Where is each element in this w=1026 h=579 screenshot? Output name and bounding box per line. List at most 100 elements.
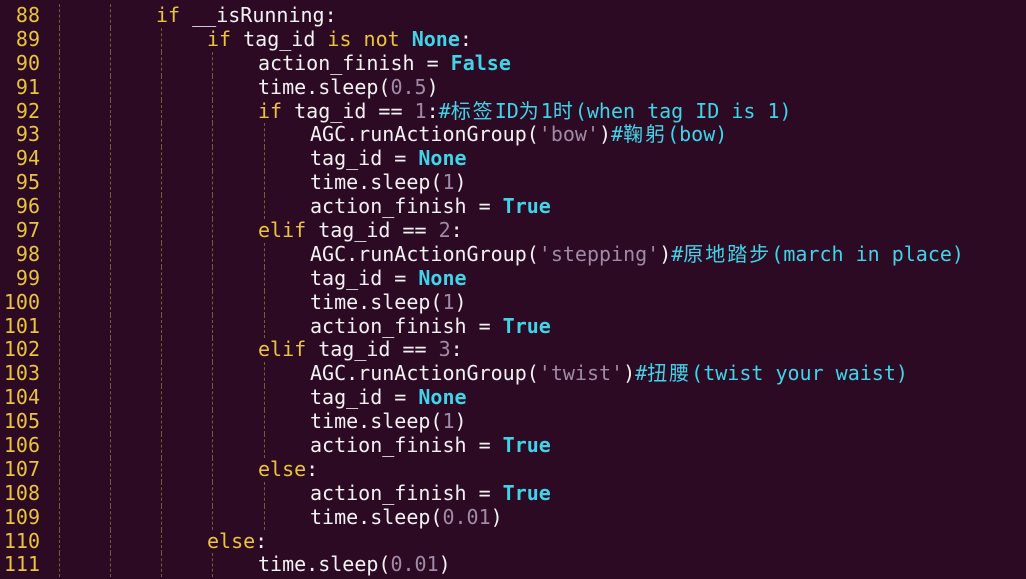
code-line[interactable]: 97 elif tag_id == 2:: [0, 218, 1026, 243]
code-editor[interactable]: 88 if __isRunning: 89 if tag_id is not None…: [0, 3, 1026, 578]
indent-guide: [212, 290, 213, 315]
code-token: :: [426, 98, 439, 123]
line-number: 111: [3, 552, 40, 577]
code-text: elif tag_id == 2:: [258, 218, 463, 243]
indent-guide: [59, 266, 60, 291]
indent-guide: [110, 529, 111, 554]
line-number: 107: [3, 456, 40, 481]
indent-guide: [59, 410, 60, 435]
number-token: 1: [442, 409, 455, 434]
code-text: action_finish = False: [258, 51, 511, 76]
code-text: time.sleep(0.01): [310, 504, 503, 530]
code-line[interactable]: 105 time.sleep(1): [0, 409, 1026, 435]
indent-guide: [59, 4, 60, 28]
keyword-token: else: [258, 456, 307, 481]
indent-guide: [110, 362, 111, 387]
indent-guide: [264, 123, 265, 148]
indent-guide: [212, 147, 213, 172]
indent-guide: [110, 242, 111, 267]
code-text: time.sleep(0.5): [258, 74, 439, 100]
indent-guide: [59, 51, 60, 76]
code-text: tag_id = None: [310, 146, 467, 171]
indent-guide: [161, 75, 162, 100]
code-token: tag_id =: [310, 265, 419, 290]
code-line[interactable]: 110 else:: [0, 529, 1026, 554]
code-line[interactable]: 103 AGC.runActionGroup('twist')#扭腰(twist …: [0, 361, 1026, 387]
number-token: 2: [438, 218, 451, 243]
code-line[interactable]: 98 AGC.runActionGroup('stepping')#原地踏步(ma…: [0, 241, 1026, 267]
code-token: action_finish =: [310, 313, 503, 338]
string-token: 'stepping': [538, 241, 660, 266]
indent-guide: [264, 386, 265, 411]
indent-guide: [161, 481, 162, 506]
indent-guide: [264, 147, 265, 172]
line-number: 108: [3, 480, 40, 505]
code-line[interactable]: 94 tag_id = None: [0, 146, 1026, 172]
code-token: __isRunning:: [180, 3, 337, 27]
line-number: 104: [3, 385, 40, 410]
indent-guide: [161, 410, 162, 435]
code-line[interactable]: 106 action_finish = True: [0, 433, 1026, 458]
number-token: 0.01: [442, 504, 491, 529]
code-token: ): [426, 74, 439, 99]
code-token: ): [438, 552, 451, 577]
indent-guide: [59, 386, 60, 411]
indent-guide: [59, 314, 60, 339]
code-line[interactable]: 102 elif tag_id == 3:: [0, 337, 1026, 363]
constant-token: None: [418, 385, 467, 410]
code-line[interactable]: 88 if __isRunning:: [0, 3, 1026, 28]
code-line[interactable]: 95 time.sleep(1): [0, 170, 1026, 196]
code-line[interactable]: 92 if tag_id == 1:#标签ID为1时(when tag ID is…: [0, 98, 1026, 124]
code-line[interactable]: 89 if tag_id is not None:: [0, 26, 1026, 52]
code-line[interactable]: 91 time.sleep(0.5): [0, 74, 1026, 100]
code-token: action_finish =: [310, 433, 503, 458]
indent-guide: [212, 266, 213, 291]
keyword-token: if: [207, 26, 232, 51]
indent-guide: [212, 505, 213, 530]
code-text: else:: [207, 529, 267, 554]
indent-guide: [161, 338, 162, 363]
code-line[interactable]: 107 else:: [0, 456, 1026, 482]
indent-guide: [161, 147, 162, 172]
line-number: 90: [15, 50, 40, 75]
code-token: ): [454, 289, 467, 314]
indent-guide: [59, 457, 60, 482]
indent-guide: [264, 362, 265, 387]
code-text: time.sleep(1): [310, 289, 467, 315]
code-text: time.sleep(1): [310, 170, 467, 195]
code-token: time.sleep(: [310, 409, 443, 434]
indent-guide: [212, 123, 213, 148]
code-line[interactable]: 109 time.sleep(0.01): [0, 504, 1026, 530]
indent-guide: [110, 457, 111, 482]
code-line[interactable]: 108 action_finish = True: [0, 480, 1026, 506]
indent-guide: [59, 195, 60, 220]
code-line[interactable]: 93 AGC.runActionGroup('bow')#鞠躬(bow): [0, 123, 1026, 148]
code-token: time.sleep(: [310, 289, 443, 314]
code-token: ): [490, 504, 503, 529]
indent-guide: [161, 314, 162, 339]
indent-guide: [110, 314, 111, 339]
code-line[interactable]: 99 tag_id = None: [0, 265, 1026, 291]
code-token: action_finish =: [310, 480, 503, 505]
code-line[interactable]: 104 tag_id = None: [0, 385, 1026, 411]
code-line[interactable]: 96 action_finish = True: [0, 194, 1026, 220]
number-token: 3: [438, 337, 451, 362]
indent-guide: [59, 75, 60, 100]
indent-guide: [59, 434, 60, 458]
code-line[interactable]: 111 time.sleep(0.01): [0, 552, 1026, 578]
line-number: 89: [15, 26, 40, 51]
indent-guide: [110, 505, 111, 530]
indent-guide: [212, 553, 213, 578]
code-token: ): [623, 361, 636, 386]
code-token: time.sleep(: [258, 552, 391, 577]
code-token: ): [454, 170, 467, 195]
code-line[interactable]: 100 time.sleep(1): [0, 289, 1026, 315]
code-line[interactable]: 90 action_finish = False: [0, 50, 1026, 76]
keyword-token: elif: [258, 337, 307, 362]
indent-guide: [110, 99, 111, 124]
indent-guide: [59, 553, 60, 578]
indent-guide: [161, 123, 162, 148]
code-line[interactable]: 101 action_finish = True: [0, 313, 1026, 339]
code-token: tag_id =: [310, 146, 419, 171]
code-token: ): [454, 409, 467, 434]
